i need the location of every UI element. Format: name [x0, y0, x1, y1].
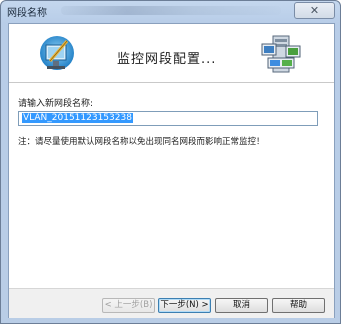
- segment-name-label: 请输入新网段名称:: [18, 99, 94, 109]
- blurred-title-region: [61, 6, 281, 15]
- cancel-button[interactable]: 取消: [215, 298, 268, 313]
- button-bar: < 上一步(B) 下一步(N) > 取消 帮助: [9, 288, 334, 318]
- back-button[interactable]: < 上一步(B): [102, 298, 155, 313]
- network-segment-icon: [261, 35, 301, 73]
- header-separator: [9, 82, 334, 84]
- dialog-window: 网段名称 ✕ 监控网段配置... 请输入新网段名称: VLAN_20151123…: [0, 0, 341, 324]
- banner-title: 监控网段配置...: [117, 52, 217, 67]
- window-title: 网段名称: [7, 8, 47, 19]
- close-button[interactable]: ✕: [294, 2, 335, 19]
- help-button[interactable]: 帮助: [272, 298, 325, 313]
- header-banner: 监控网段配置...: [9, 24, 334, 82]
- dialog-client-area: 监控网段配置... 请输入新网段名称: VLAN_20151123153238 …: [8, 23, 335, 318]
- segment-name-input[interactable]: VLAN_20151123153238: [18, 111, 318, 126]
- monitor-with-pen-icon: [40, 36, 74, 70]
- title-bar[interactable]: 网段名称 ✕: [1, 1, 340, 23]
- next-button[interactable]: 下一步(N) >: [158, 298, 211, 313]
- segment-name-value: VLAN_20151123153238: [22, 113, 133, 123]
- naming-note: 注：请尽量使用默认网段名称以免出现同名网段而影响正常监控！: [18, 137, 265, 147]
